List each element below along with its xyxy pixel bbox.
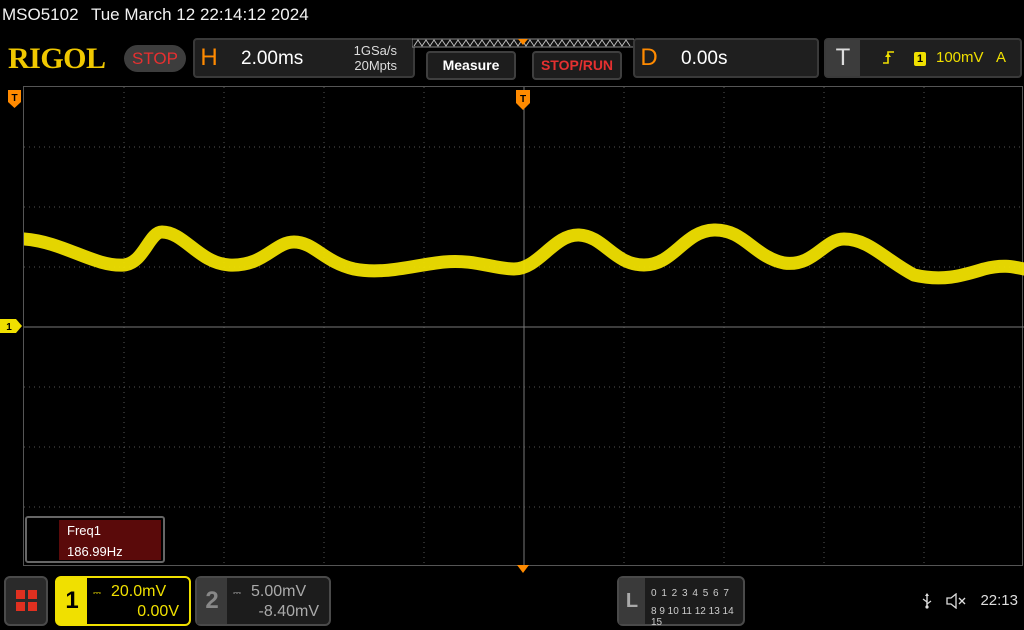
graticule xyxy=(24,87,1024,567)
trigger-source-badge: 1 xyxy=(914,52,926,66)
measure-button[interactable]: Measure xyxy=(426,51,516,80)
ch1-offset-marker[interactable]: 1 xyxy=(0,319,22,333)
trigger-letter: T xyxy=(826,40,860,76)
horizontal-panel[interactable]: H 2.00ms 1GSa/s 20Mpts xyxy=(193,38,415,78)
delay-value: 0.00s xyxy=(681,48,728,69)
trigger-panel[interactable]: T 1 100mV A xyxy=(824,38,1022,78)
delay-panel[interactable]: D 0.00s xyxy=(633,38,819,78)
trigger-position-marker[interactable]: T xyxy=(516,90,530,110)
dc-coupling-icon: ⎓ xyxy=(93,588,101,599)
measurement-label: Freq1 xyxy=(67,523,101,538)
dc-coupling-icon: ⎓ xyxy=(233,588,241,599)
timebase-value: 2.00ms xyxy=(241,48,304,69)
measurement-box[interactable]: Freq1 186.99Hz xyxy=(25,516,165,563)
trigger-mode: A xyxy=(995,49,1006,66)
delay-letter: D xyxy=(640,44,658,71)
brand-logo: RIGOL xyxy=(8,42,106,75)
trigger-position-bar xyxy=(412,38,634,48)
date-time: Tue March 12 22:14:12 2024 xyxy=(90,5,309,24)
svg-text:T: T xyxy=(520,94,526,105)
menu-grid-icon-3 xyxy=(16,602,25,611)
model-name: MSO5102 xyxy=(2,5,79,24)
rising-edge-icon xyxy=(882,49,896,68)
logic-analyzer-panel[interactable]: L 0 1 2 3 4 5 6 7 8 9 10 11 12 13 14 15 xyxy=(617,576,745,628)
speaker-muted-icon[interactable] xyxy=(946,592,970,610)
trigger-level-marker[interactable]: T xyxy=(8,90,21,108)
menu-grid-icon-2 xyxy=(28,590,37,599)
channel-2-number: 2 xyxy=(197,578,227,624)
status-area: 22:13 xyxy=(912,592,1018,610)
logic-letter: L xyxy=(619,578,645,624)
channel-1-panel[interactable]: 1 ⎓ 20.0mV 0.00V xyxy=(55,576,191,626)
logic-channels-low: 0 1 2 3 4 5 6 7 xyxy=(651,588,730,599)
clock-time: 22:13 xyxy=(980,592,1018,609)
waveform-display[interactable] xyxy=(23,86,1024,567)
title-bar: MSO5102 Tue March 12 22:14:12 2024 xyxy=(0,0,1024,30)
memory-depth: 20Mpts xyxy=(354,58,397,73)
trigger-level: 100mV xyxy=(936,49,984,66)
channel-2-offset: -8.40mV xyxy=(258,603,319,620)
logic-channels-high: 8 9 10 11 12 13 14 15 xyxy=(651,606,734,628)
horizontal-letter: H xyxy=(200,44,218,71)
run-state-badge[interactable]: STOP xyxy=(124,45,186,72)
measurement-value: 186.99Hz xyxy=(67,544,123,559)
menu-grid-icon-4 xyxy=(28,602,37,611)
svg-text:T: T xyxy=(11,93,17,104)
usb-icon[interactable] xyxy=(922,592,936,609)
channel-1-offset: 0.00V xyxy=(137,603,179,620)
main-menu-button[interactable] xyxy=(4,576,48,626)
svg-text:1: 1 xyxy=(6,322,12,333)
channel-1-number: 1 xyxy=(57,578,87,624)
menu-grid-icon xyxy=(16,590,25,599)
stop-run-button[interactable]: STOP/RUN xyxy=(532,51,622,80)
bottom-bar: 1 ⎓ 20.0mV 0.00V 2 ⎓ 5.00mV -8.40mV L 0 … xyxy=(0,572,1024,630)
channel-2-panel[interactable]: 2 ⎓ 5.00mV -8.40mV xyxy=(195,576,331,626)
channel-2-scale: 5.00mV xyxy=(251,583,307,600)
acquisition-info: 1GSa/s 20Mpts xyxy=(354,43,397,73)
sample-rate: 1GSa/s xyxy=(353,43,397,58)
channel-1-scale: 20.0mV xyxy=(111,583,167,600)
